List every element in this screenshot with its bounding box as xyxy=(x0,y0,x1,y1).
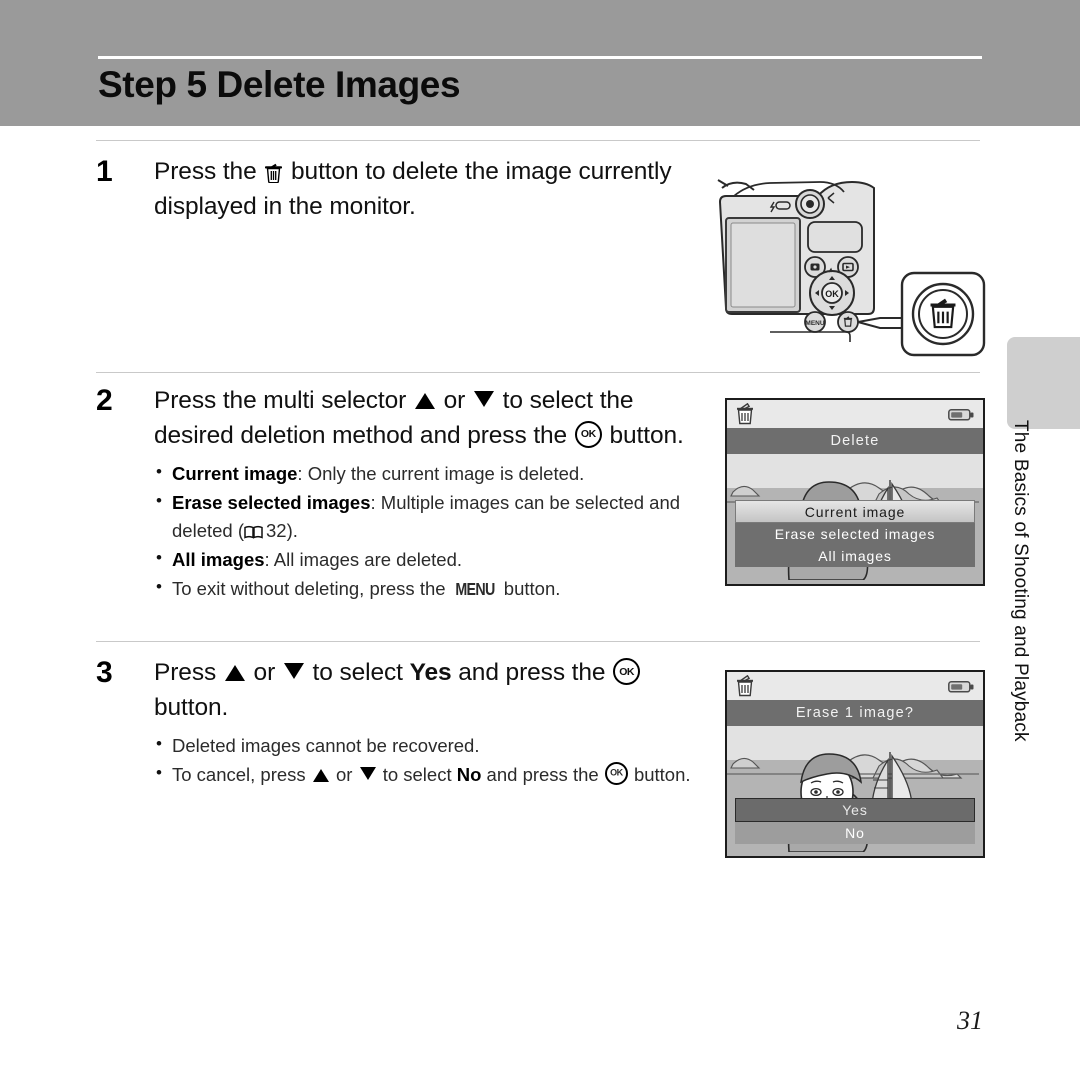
bullet-cancel-text-d: and press the xyxy=(481,763,604,785)
page-title: Step 5 Delete Images xyxy=(98,64,461,105)
manual-page: Step 5 Delete Images 1 Press the button … xyxy=(0,0,1080,1080)
step-2-bullet-list: Current image: Only the current image is… xyxy=(154,459,694,604)
monitor-1-menu: Current image Erase selected images All … xyxy=(735,500,975,567)
monitor-1-topbar xyxy=(727,400,983,429)
bullet-current-image: Current image: Only the current image is… xyxy=(154,459,694,488)
bullet-all-images-text: : All images are deleted. xyxy=(264,548,462,570)
monitor-2-option-yes[interactable]: Yes xyxy=(735,798,975,822)
monitor-screenshot-erase-confirm: Erase 1 image? Yes No xyxy=(725,670,985,858)
bullet-cannot-recover: Deleted images cannot be recovered. xyxy=(154,731,694,760)
monitor-2-menu: Yes No xyxy=(735,798,975,844)
monitor-trash-icon xyxy=(735,674,755,702)
ok-button-icon xyxy=(604,761,628,785)
step-3-text-b: to select xyxy=(305,659,410,686)
bullet-erase-selected-page: 32 xyxy=(266,519,287,541)
ok-button-icon xyxy=(613,658,641,685)
divider-step-2-3 xyxy=(96,641,980,642)
svg-text:OK: OK xyxy=(825,289,839,299)
menu-button-icon: MENU xyxy=(455,579,495,599)
step-3-body: Press or to select Yes and press the but… xyxy=(154,656,694,790)
monitor-1-option-current-image[interactable]: Current image xyxy=(735,500,975,523)
bullet-exit-without-deleting: To exit without deleting, press the MENU… xyxy=(154,574,694,603)
step-2-text-or: or xyxy=(436,387,472,414)
step-1-number: 1 xyxy=(96,155,113,188)
bullet-cancel-text-a: To cancel, press xyxy=(172,763,311,785)
battery-icon xyxy=(948,680,974,698)
arrow-down-icon xyxy=(359,766,376,780)
monitor-2-option-no[interactable]: No xyxy=(735,822,975,844)
arrow-up-icon xyxy=(414,393,435,409)
section-tab-marker xyxy=(1007,337,1080,429)
step-3-yes-label: Yes xyxy=(409,659,452,686)
bullet-cannot-recover-text: Deleted images cannot be recovered. xyxy=(172,734,480,756)
monitor-2-scene: Yes No xyxy=(727,726,983,856)
ok-button-icon xyxy=(574,420,602,448)
bullet-to-cancel: To cancel, press or to select No and pre… xyxy=(154,760,694,789)
arrow-up-icon xyxy=(312,768,329,782)
bullet-erase-selected-label: Erase selected images xyxy=(172,491,371,513)
step-2-text-a: Press the multi selector xyxy=(154,387,413,414)
bullet-exit-text-b: button. xyxy=(498,578,561,599)
svg-text:MENU: MENU xyxy=(805,320,824,327)
arrow-down-icon xyxy=(283,663,304,679)
bullet-cancel-text-e: button. xyxy=(628,763,691,785)
monitor-trash-icon xyxy=(735,402,755,430)
header-rule xyxy=(98,56,982,59)
bullet-all-images: All images: All images are deleted. xyxy=(154,545,694,574)
monitor-1-option-all-images[interactable]: All images xyxy=(735,545,975,567)
book-reference-icon xyxy=(244,519,263,539)
bullet-erase-selected-tail: ). xyxy=(286,519,298,541)
arrow-down-icon xyxy=(473,391,494,407)
trash-icon xyxy=(265,159,283,184)
bullet-current-image-text: : Only the current image is deleted. xyxy=(297,462,585,484)
bullet-exit-text-a: To exit without deleting, press the xyxy=(172,578,451,599)
step-1-heading: Press the button to delete the image cur… xyxy=(154,155,694,225)
step-3-bullet-list: Deleted images cannot be recovered. To c… xyxy=(154,731,694,789)
step-3-text-c: and press the xyxy=(451,659,613,686)
bullet-current-image-label: Current image xyxy=(172,462,298,484)
page-number: 31 xyxy=(957,1006,983,1035)
bullet-cancel-text-b: or xyxy=(330,763,358,785)
step-3-heading: Press or to select Yes and press the but… xyxy=(154,656,694,726)
monitor-2-title: Erase 1 image? xyxy=(727,700,983,726)
divider-top xyxy=(96,140,980,141)
monitor-1-title: Delete xyxy=(727,428,983,454)
monitor-1-option-erase-selected-images[interactable]: Erase selected images xyxy=(735,523,975,545)
section-tab-label: The Basics of Shooting and Playback xyxy=(1010,420,1031,742)
monitor-2-topbar xyxy=(727,672,983,701)
step-3-text-or: or xyxy=(246,659,282,686)
monitor-1-scene: Current image Erase selected images All … xyxy=(727,454,983,584)
step-2-number: 2 xyxy=(96,384,113,417)
step-2-heading: Press the multi selector or to select th… xyxy=(154,384,694,454)
monitor-screenshot-delete-menu: Delete Current image Erase selected imag… xyxy=(725,398,985,586)
bullet-cancel-text-c: to select xyxy=(377,763,457,785)
battery-icon xyxy=(948,408,974,426)
step-3-text-a: Press xyxy=(154,659,223,686)
step-2-text-c: button. xyxy=(602,421,684,449)
step-3-text-d: button. xyxy=(154,693,229,721)
bullet-erase-selected-images: Erase selected images: Multiple images c… xyxy=(154,488,694,545)
step-3-number: 3 xyxy=(96,656,113,689)
arrow-up-icon xyxy=(224,665,245,681)
camera-rear-illustration: OK MENU xyxy=(712,166,990,358)
step-2-body: Press the multi selector or to select th… xyxy=(154,384,694,604)
divider-step-1-2 xyxy=(96,372,980,373)
page-header-band: Step 5 Delete Images xyxy=(0,0,1080,126)
step-1-body: Press the button to delete the image cur… xyxy=(154,155,694,225)
bullet-all-images-label: All images xyxy=(172,548,265,570)
bullet-cancel-no-label: No xyxy=(456,763,482,785)
section-tab-label-container: The Basics of Shooting and Playback xyxy=(998,420,1042,840)
step-1-text-a: Press the xyxy=(154,158,264,185)
